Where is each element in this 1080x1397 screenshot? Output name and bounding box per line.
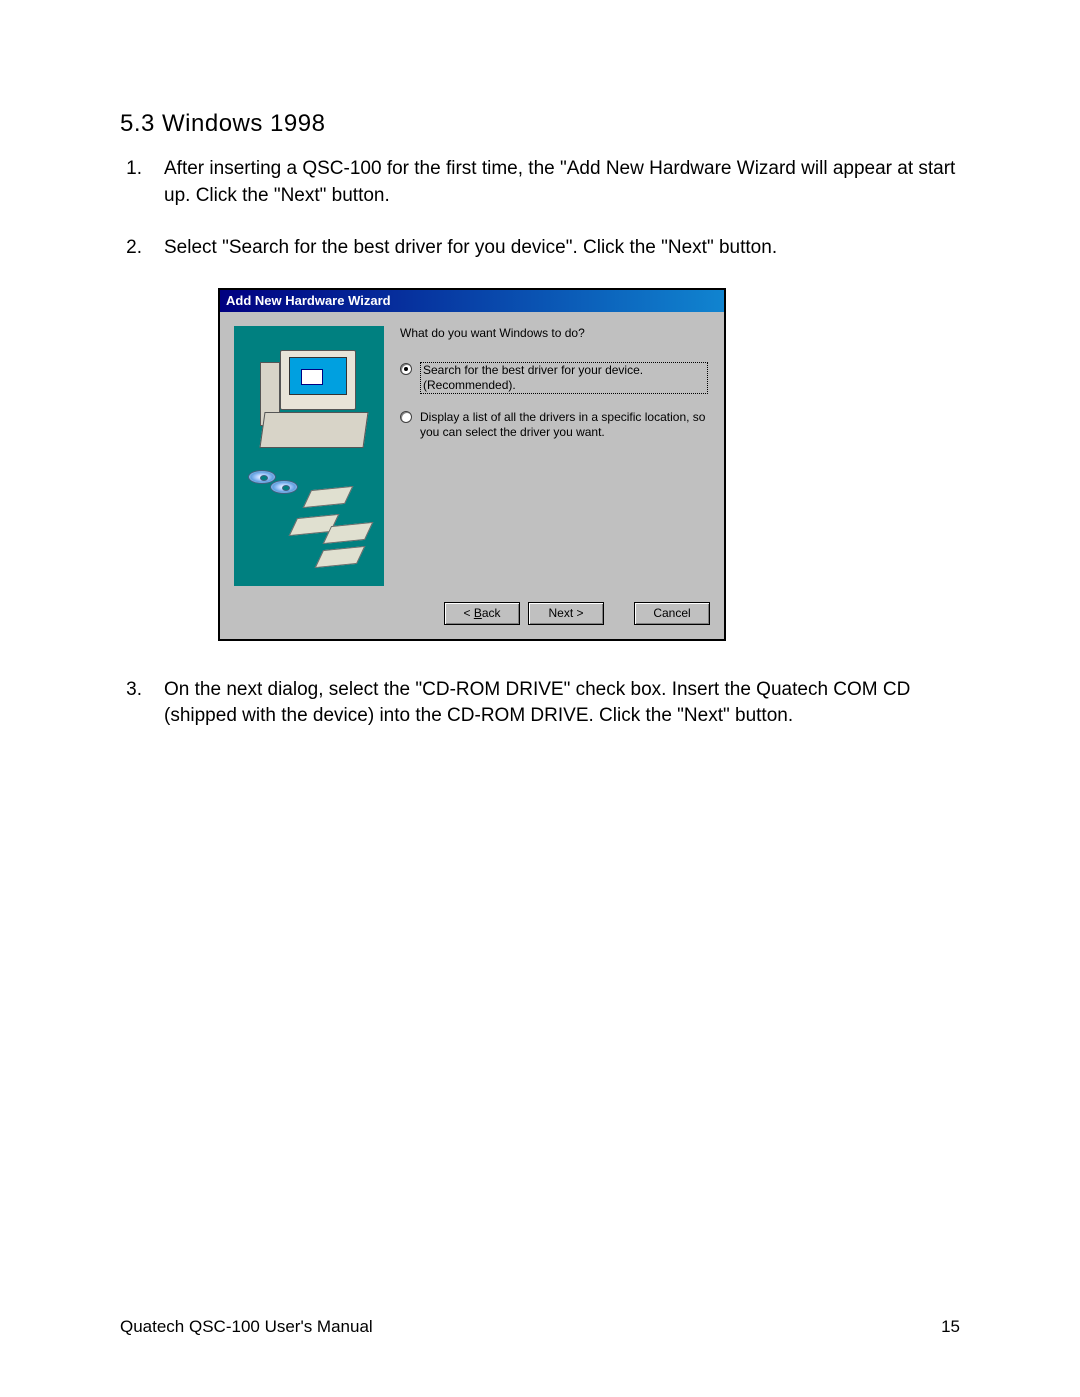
step-text: Select "Search for the best driver for y… [164,235,960,262]
radio-option-display-driver-list[interactable]: Display a list of all the drivers in a s… [400,410,708,440]
step-text: After inserting a QSC-100 for the first … [164,156,960,209]
next-button-label: Next > [548,606,583,620]
back-button-label: < Back [463,606,500,620]
radio-option-search-best-driver[interactable]: Search for the best driver for your devi… [400,362,708,394]
step-3: 3. On the next dialog, select the "CD-RO… [120,677,960,730]
add-new-hardware-wizard-dialog: Add New Hardware Wizard What do you want… [218,288,726,641]
radio-button-icon[interactable] [400,411,412,423]
radio-label: Search for the best driver for your devi… [420,362,708,394]
step-2: 2. Select "Search for the best driver fo… [120,235,960,262]
cd-disc-icon [248,470,276,484]
step-number: 2. [120,235,164,262]
back-button[interactable]: < Back [444,602,520,625]
step-text: On the next dialog, select the "CD-ROM D… [164,677,960,730]
dialog-prompt: What do you want Windows to do? [400,326,708,340]
footer-doc-title: Quatech QSC-100 User's Manual [120,1317,373,1337]
dialog-title: Add New Hardware Wizard [226,293,391,308]
cd-disc-icon [270,480,298,494]
section-heading: 5.3 Windows 1998 [120,110,960,138]
page-footer: Quatech QSC-100 User's Manual 15 [120,1317,960,1337]
floppy-icon [315,546,366,568]
step-number: 3. [120,677,164,730]
step-number: 1. [120,156,164,209]
radio-label: Display a list of all the drivers in a s… [420,410,708,440]
floppy-icon [303,486,354,508]
footer-page-number: 15 [941,1317,960,1337]
computer-monitor-icon [280,350,356,410]
dialog-titlebar: Add New Hardware Wizard [220,290,724,312]
computer-desk-icon [259,412,368,448]
step-1: 1. After inserting a QSC-100 for the fir… [120,156,960,209]
next-button[interactable]: Next > [528,602,604,625]
cancel-button[interactable]: Cancel [634,602,710,625]
cancel-button-label: Cancel [653,606,690,620]
radio-button-icon[interactable] [400,363,412,375]
wizard-sidebar-graphic [234,326,384,586]
